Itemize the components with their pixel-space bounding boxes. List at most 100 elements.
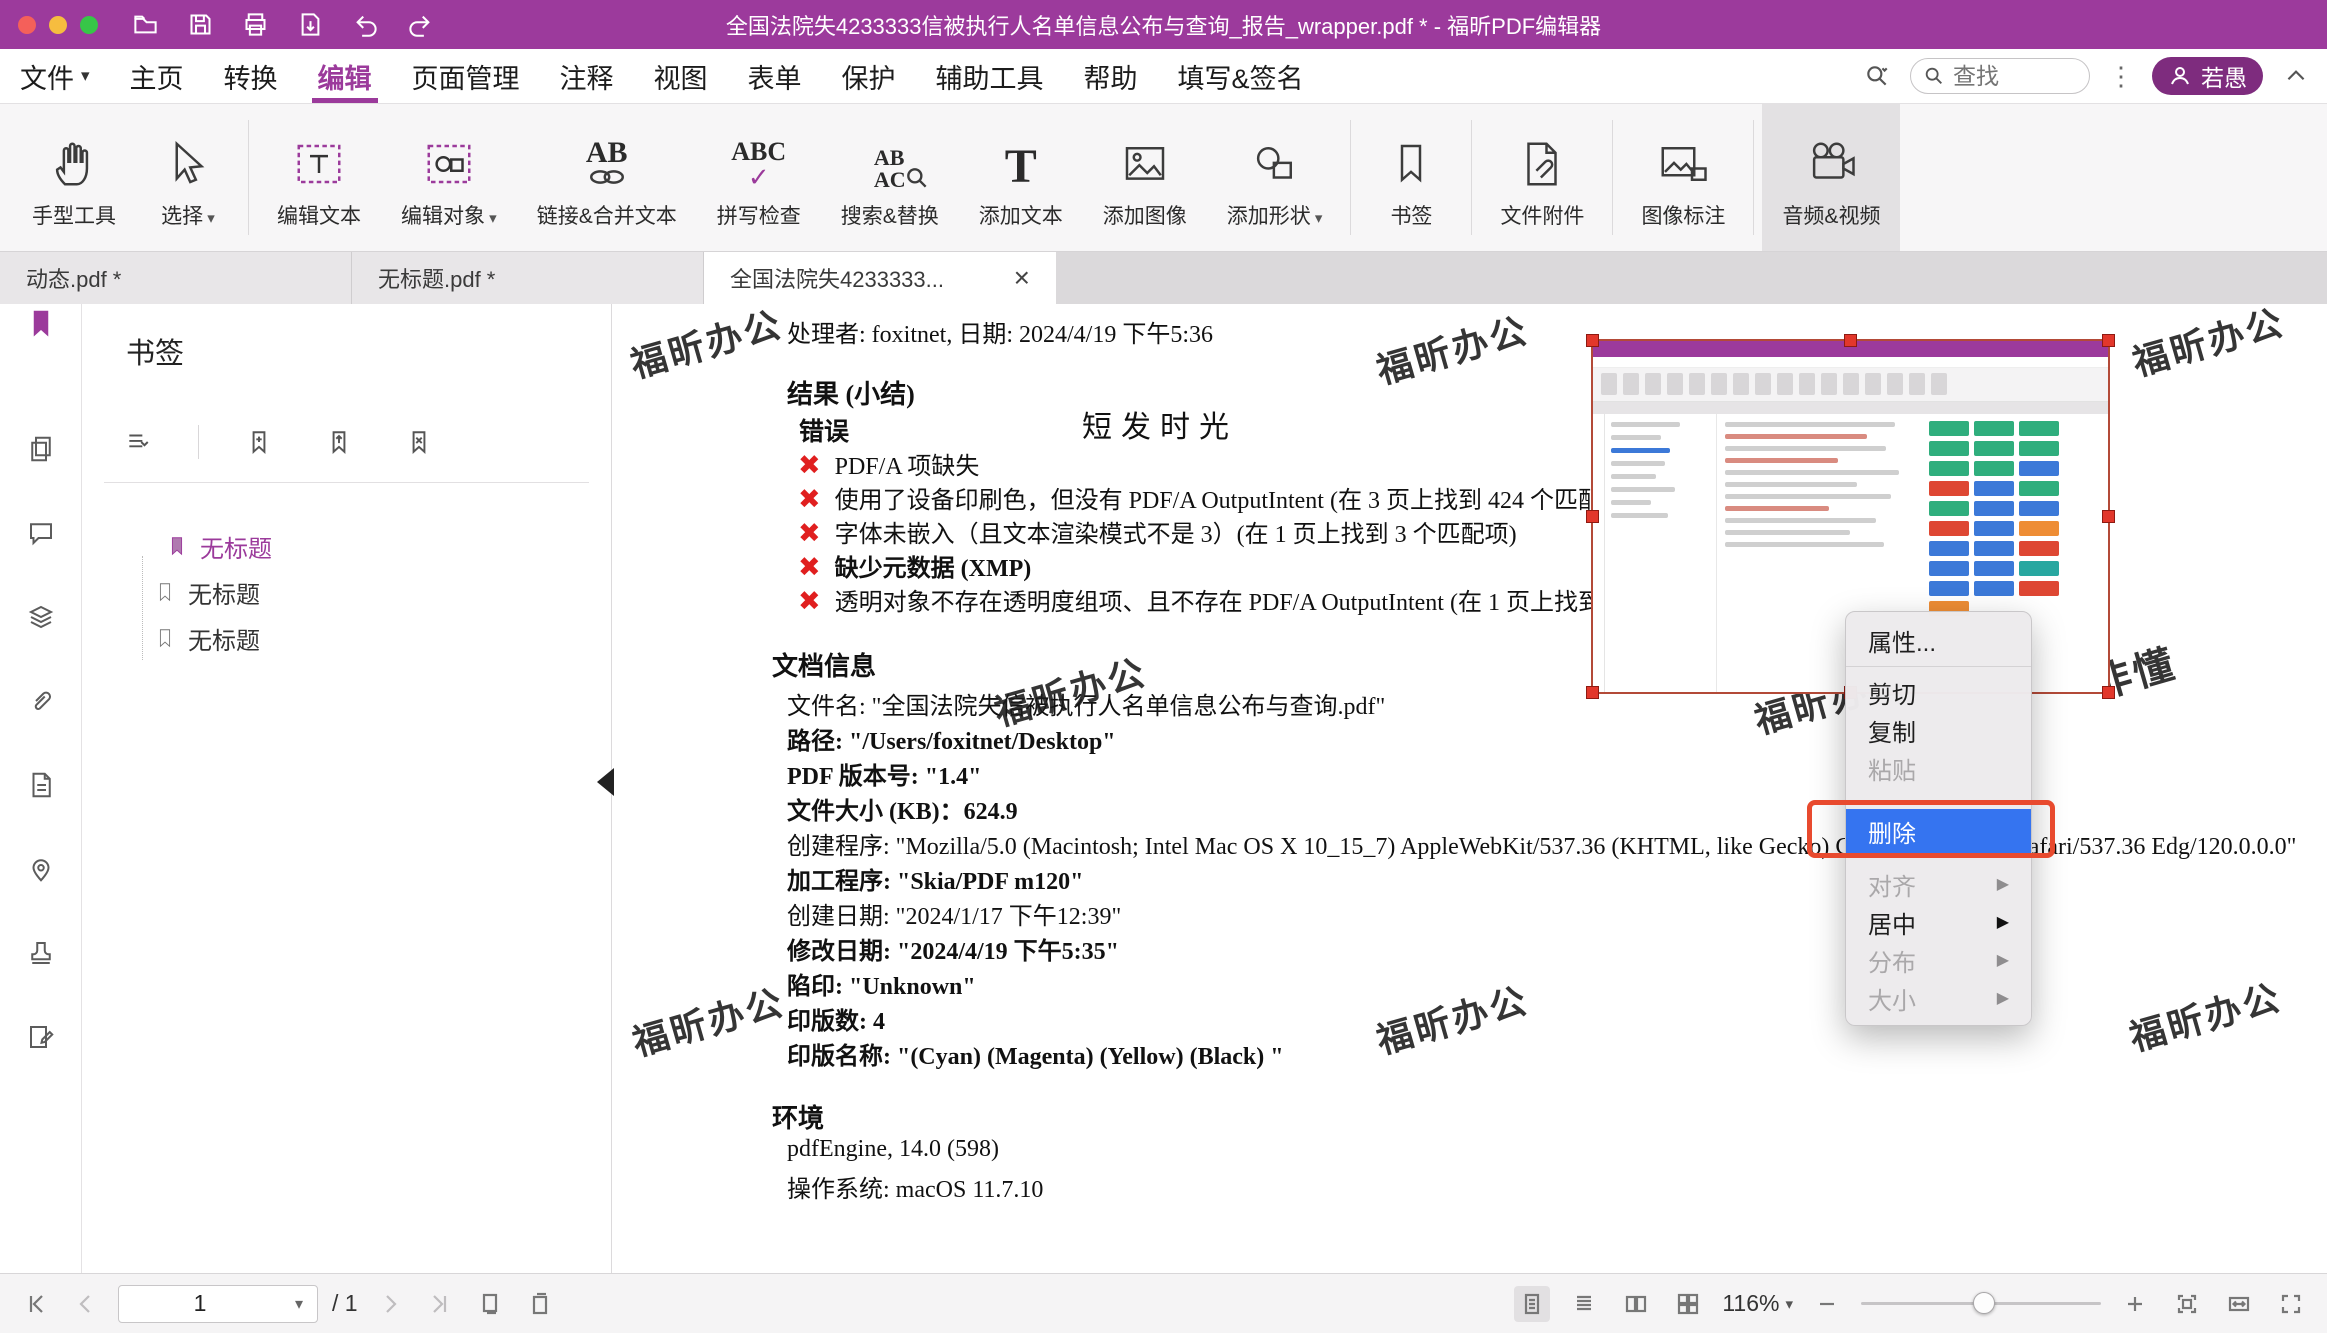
facing-view-icon[interactable] <box>1618 1286 1654 1322</box>
menu-page-management[interactable]: 页面管理 <box>392 49 540 103</box>
selection-handle-top-right[interactable] <box>2102 334 2115 347</box>
document-page[interactable]: 福昕办公 福昕办公 福昕办公 福昕办公 福昕办公 非懂 福昕办公 福昕办公 福昕… <box>612 304 2327 1273</box>
bookmark-list-options-icon[interactable] <box>118 422 158 462</box>
print-icon[interactable] <box>242 11 269 38</box>
add-image-icon <box>1118 125 1172 191</box>
context-menu-copy[interactable]: 复制 <box>1846 711 2031 749</box>
page-number-box[interactable]: 1 ▾ <box>118 1285 318 1323</box>
tool-add-shape[interactable]: 添加形状 <box>1207 104 1343 251</box>
tool-search-replace[interactable]: ABAC 搜索&替换 <box>821 104 959 251</box>
add-bookmark-icon[interactable] <box>239 422 279 462</box>
fit-page-icon[interactable] <box>2169 1286 2205 1322</box>
fullscreen-icon[interactable] <box>2273 1286 2309 1322</box>
tool-link-merge-text[interactable]: AB 链接&合并文本 <box>517 104 697 251</box>
tool-select[interactable]: 选择 <box>136 104 240 251</box>
menu-form[interactable]: 表单 <box>728 49 822 103</box>
tab-active-document[interactable]: 全国法院失4233333... × <box>704 252 1056 304</box>
fields-panel-icon[interactable] <box>24 768 58 802</box>
zoom-level[interactable]: 116% <box>1722 1290 1793 1317</box>
next-view-icon[interactable] <box>522 1286 558 1322</box>
tool-edit-text[interactable]: 编辑文本 <box>257 104 381 251</box>
menu-file[interactable]: 文件 <box>0 49 110 103</box>
undo-icon[interactable] <box>352 11 379 38</box>
next-page-icon[interactable] <box>372 1286 408 1322</box>
open-file-icon[interactable] <box>132 11 159 38</box>
selection-handle-middle-left[interactable] <box>1586 510 1599 523</box>
tool-add-text[interactable]: T 添加文本 <box>959 104 1083 251</box>
selection-handle-bottom-right[interactable] <box>2102 686 2115 699</box>
tool-spell-check[interactable]: ABC✓ 拼写检查 <box>697 104 821 251</box>
signatures-panel-icon[interactable] <box>24 1020 58 1054</box>
selection-handle-top-left[interactable] <box>1586 334 1599 347</box>
menu-edit[interactable]: 编辑 <box>298 49 392 103</box>
bookmark-item[interactable]: 无标题 <box>82 616 611 660</box>
minimize-window-button[interactable] <box>49 16 67 34</box>
find-search-box[interactable] <box>1910 58 2090 94</box>
previous-view-icon[interactable] <box>472 1286 508 1322</box>
search-options-icon[interactable] <box>1862 61 1892 91</box>
page-heading: 短发时光 <box>1082 402 1238 446</box>
zoom-slider-handle[interactable] <box>1973 1292 1995 1314</box>
collapse-panel-handle[interactable] <box>597 768 614 796</box>
more-options-icon[interactable]: ⋮ <box>2108 61 2134 92</box>
pages-panel-icon[interactable] <box>24 432 58 466</box>
menu-convert[interactable]: 转换 <box>204 49 298 103</box>
close-tab-icon[interactable]: × <box>1014 264 1030 292</box>
tool-edit-object[interactable]: 编辑对象 <box>381 104 517 251</box>
tool-audio-video[interactable]: 音频&视频 <box>1762 104 1900 251</box>
stamps-panel-icon[interactable] <box>24 936 58 970</box>
menu-accessibility[interactable]: 辅助工具 <box>916 49 1064 103</box>
tool-hand[interactable]: 手型工具 <box>12 104 136 251</box>
zoom-slider[interactable] <box>1861 1302 2101 1305</box>
user-account-chip[interactable]: 若愚 <box>2152 57 2263 95</box>
fit-width-icon[interactable] <box>2221 1286 2257 1322</box>
tab-untitled[interactable]: 无标题.pdf * <box>352 252 704 304</box>
export-icon[interactable] <box>297 11 324 38</box>
tool-add-image[interactable]: 添加图像 <box>1083 104 1207 251</box>
tool-image-annotation[interactable]: 图像标注 <box>1621 104 1745 251</box>
destinations-panel-icon[interactable] <box>24 852 58 886</box>
delete-bookmark-icon[interactable] <box>399 422 439 462</box>
single-page-view-icon[interactable] <box>1514 1286 1550 1322</box>
continuous-facing-view-icon[interactable] <box>1670 1286 1706 1322</box>
context-menu-properties[interactable]: 属性... <box>1846 620 2031 660</box>
menu-comment[interactable]: 注释 <box>540 49 634 103</box>
collapse-ribbon-icon[interactable] <box>2281 61 2311 91</box>
menu-protect[interactable]: 保护 <box>822 49 916 103</box>
zoom-out-icon[interactable] <box>1809 1286 1845 1322</box>
titlebar: 全国法院失4233333信被执行人名单信息公布与查询_报告_wrapper.pd… <box>0 0 2327 49</box>
context-menu-cut[interactable]: 剪切 <box>1846 673 2031 711</box>
layers-panel-icon[interactable] <box>24 600 58 634</box>
tab-dongtai[interactable]: 动态.pdf * <box>0 252 352 304</box>
page-number[interactable]: 1 <box>119 1290 281 1317</box>
menu-fill-sign[interactable]: 填写&签名 <box>1158 49 1324 103</box>
bookmark-item[interactable]: 无标题 <box>82 570 611 614</box>
tool-bookmark[interactable]: 书签 <box>1359 104 1463 251</box>
context-menu-size: 大小 <box>1846 979 2031 1017</box>
bookmarks-panel-icon[interactable] <box>24 306 58 340</box>
comments-panel-icon[interactable] <box>24 516 58 550</box>
docinfo-line: PDF 版本号: "1.4" <box>787 756 981 791</box>
zoom-window-button[interactable] <box>80 16 98 34</box>
page-dropdown-icon[interactable]: ▾ <box>281 1294 317 1314</box>
selection-handle-middle-right[interactable] <box>2102 510 2115 523</box>
menu-home[interactable]: 主页 <box>110 49 204 103</box>
redo-icon[interactable] <box>407 11 434 38</box>
attachments-panel-icon[interactable] <box>24 684 58 718</box>
search-input[interactable] <box>1953 63 2063 90</box>
bookmark-item-selected[interactable]: 无标题 <box>82 524 611 568</box>
save-icon[interactable] <box>187 11 214 38</box>
menu-view[interactable]: 视图 <box>634 49 728 103</box>
tool-file-attachment[interactable]: 文件附件 <box>1480 104 1604 251</box>
zoom-in-icon[interactable] <box>2117 1286 2153 1322</box>
close-window-button[interactable] <box>18 16 36 34</box>
context-menu-center[interactable]: 居中 <box>1846 903 2031 941</box>
continuous-view-icon[interactable] <box>1566 1286 1602 1322</box>
first-page-icon[interactable] <box>18 1286 54 1322</box>
selection-handle-bottom-left[interactable] <box>1586 686 1599 699</box>
menu-help[interactable]: 帮助 <box>1064 49 1158 103</box>
selection-handle-top-center[interactable] <box>1844 334 1857 347</box>
last-page-icon[interactable] <box>422 1286 458 1322</box>
previous-page-icon[interactable] <box>68 1286 104 1322</box>
promote-bookmark-icon[interactable] <box>319 422 359 462</box>
